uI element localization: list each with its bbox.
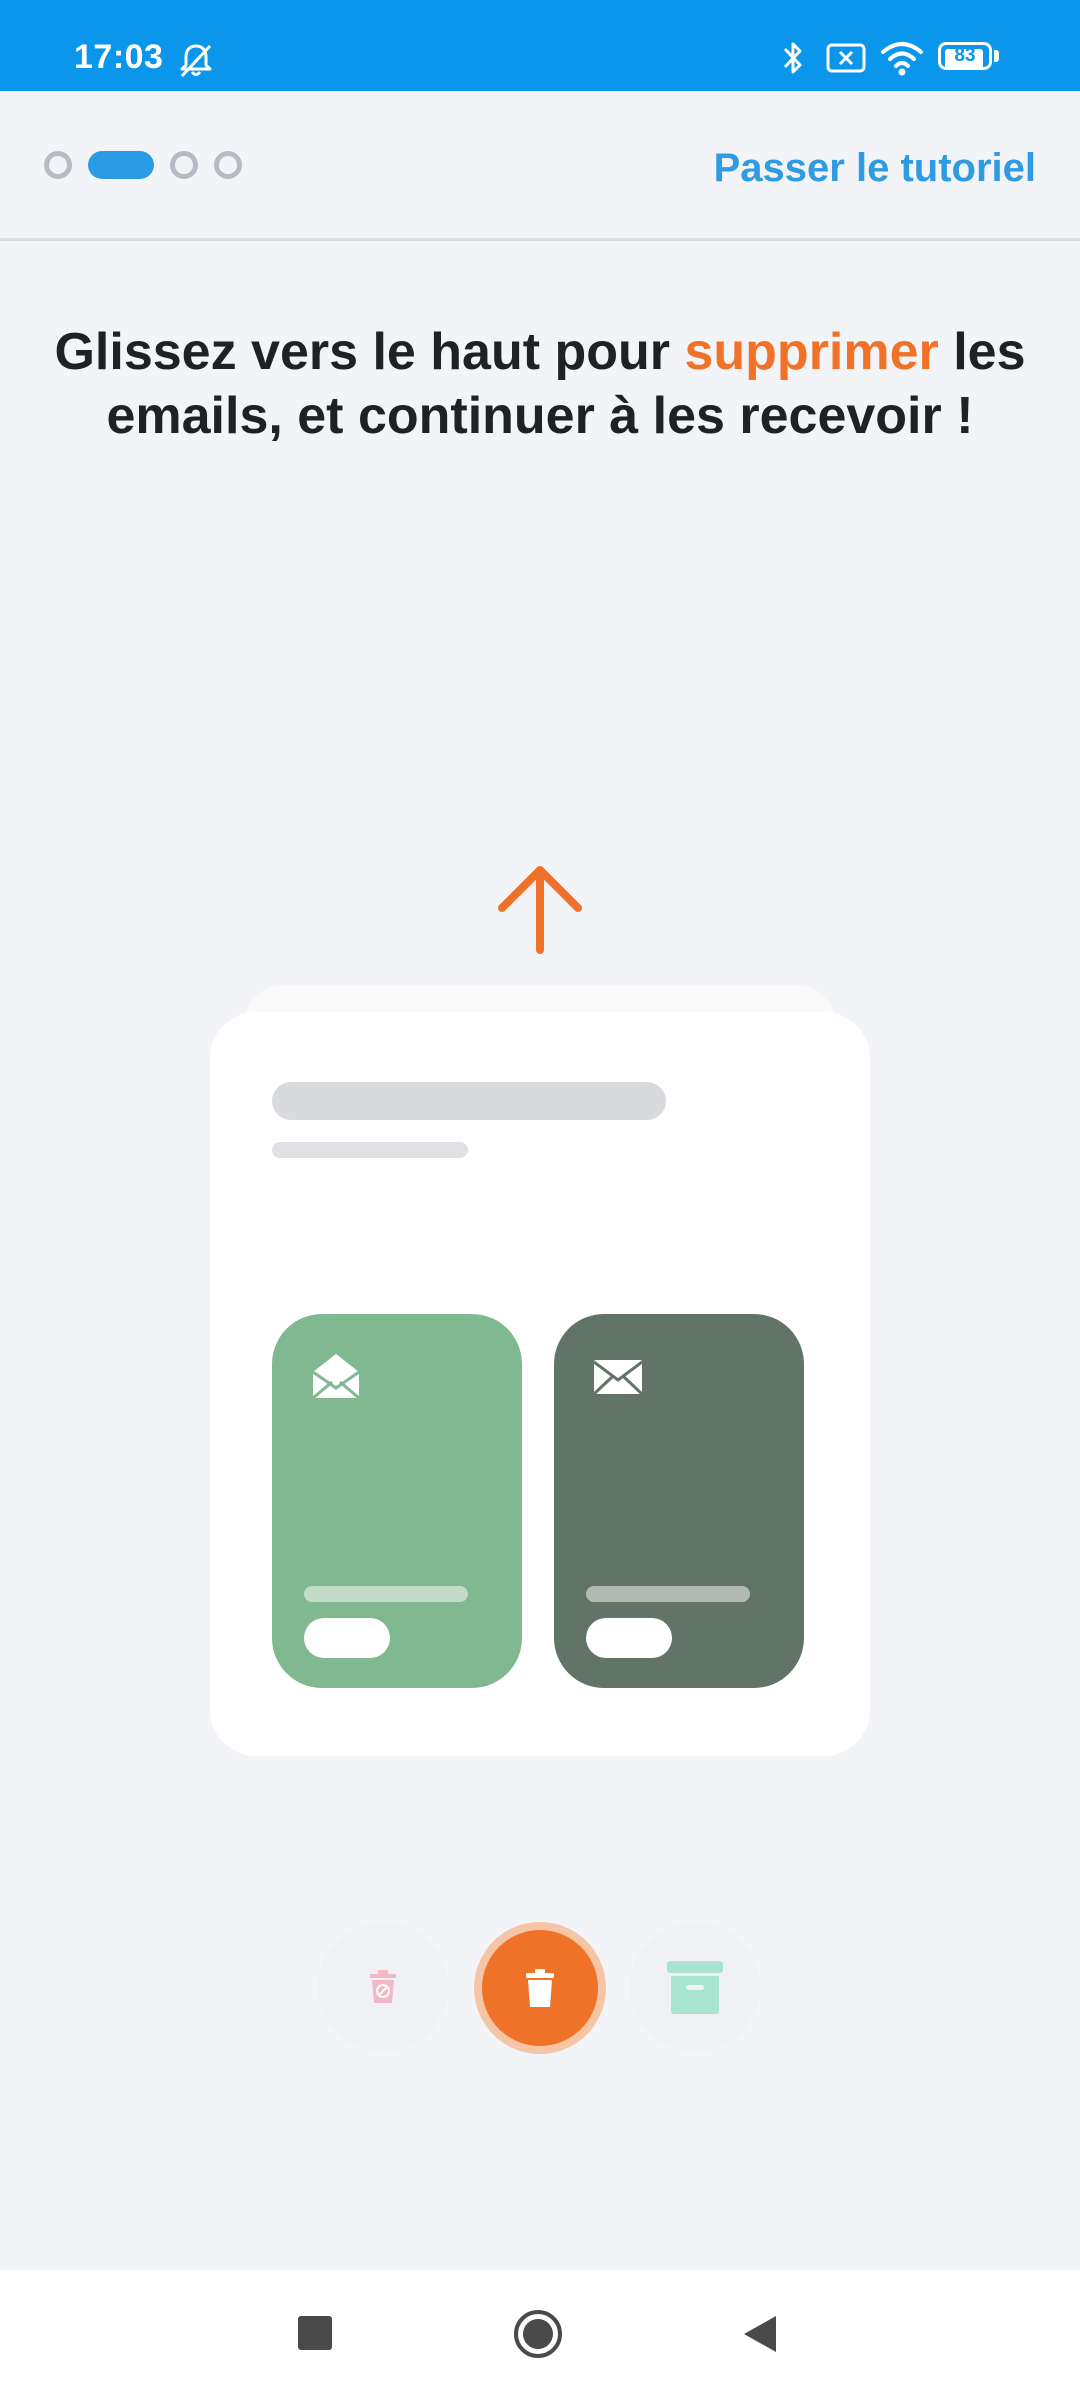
- tutorial-headline: Glissez vers le haut pour supprimer les …: [40, 320, 1040, 448]
- trash-icon: [526, 1969, 554, 2007]
- delete-button[interactable]: [482, 1930, 598, 2046]
- battery-icon: 83: [938, 42, 1000, 72]
- page-dot: [214, 151, 242, 179]
- bell-off-icon: [180, 44, 212, 78]
- page-dot: [44, 151, 72, 179]
- tile-text-bar: [586, 1586, 750, 1602]
- tile-pill: [304, 1618, 390, 1658]
- headline-text-before: Glissez vers le haut pour: [54, 323, 685, 381]
- skeleton-subject-line: [272, 1142, 468, 1158]
- bluetooth-icon: [783, 42, 802, 74]
- unsubscribe-button[interactable]: [318, 1922, 448, 2052]
- option-tile-read: [272, 1314, 522, 1688]
- back-triangle-icon[interactable]: [740, 2312, 780, 2356]
- battery-level: 83: [954, 45, 976, 66]
- arrow-up-icon: [498, 866, 582, 954]
- recents-square-icon[interactable]: [298, 2316, 332, 2350]
- skip-tutorial-link[interactable]: Passer le tutoriel: [714, 146, 1036, 191]
- headline-accent-word: supprimer: [684, 323, 939, 381]
- wifi-icon: [881, 42, 923, 76]
- email-card-illustration: [210, 1012, 870, 1756]
- battery-tip: [994, 50, 999, 62]
- skeleton-sender-line: [272, 1082, 666, 1120]
- tile-pill: [586, 1618, 672, 1658]
- status-time: 17:03: [74, 38, 164, 76]
- envelope-icon: [592, 1360, 644, 1396]
- page-dot: [170, 151, 198, 179]
- option-tile-unread: [554, 1314, 804, 1688]
- page-dot-active: [88, 151, 154, 179]
- status-bar: 17:03 83: [0, 0, 1080, 91]
- archive-icon: [667, 1961, 723, 2014]
- envelope-open-icon: [312, 1354, 360, 1400]
- home-circle-icon[interactable]: [512, 2308, 564, 2360]
- system-nav-bar: [0, 2270, 1080, 2400]
- tutorial-header: Passer le tutoriel: [0, 91, 1080, 241]
- unsubscribe-trash-icon: [370, 1970, 396, 2003]
- archive-button[interactable]: [630, 1922, 760, 2052]
- sim-off-icon: [826, 43, 866, 73]
- tile-text-bar: [304, 1586, 468, 1602]
